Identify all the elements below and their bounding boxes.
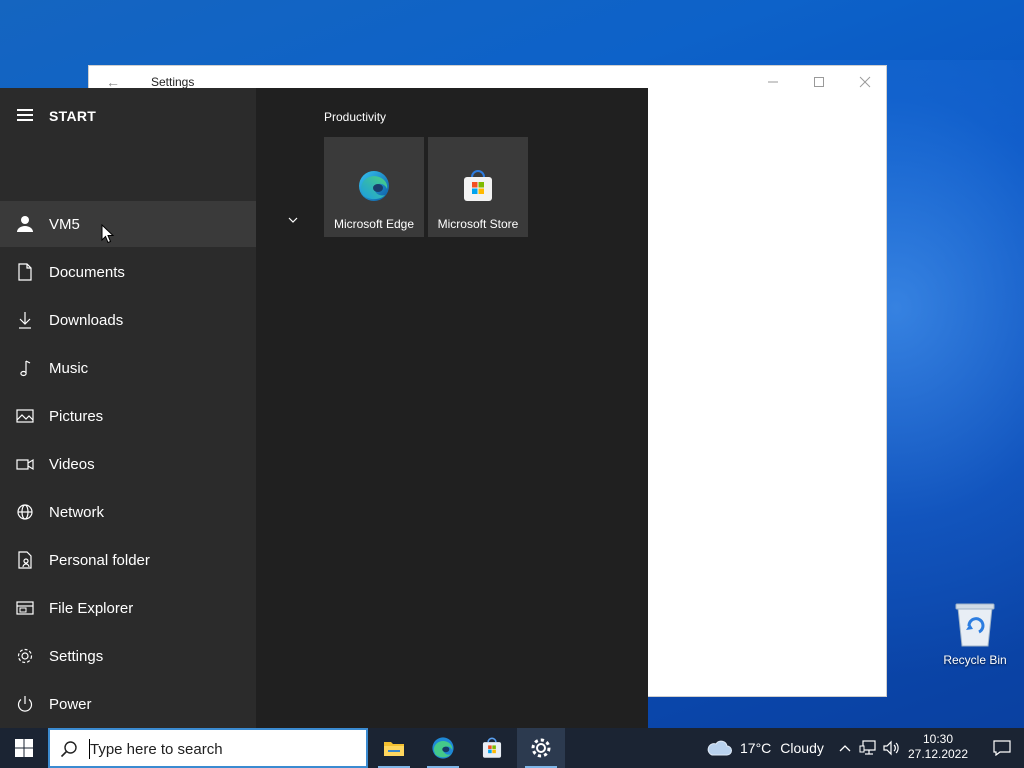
pictures-icon bbox=[15, 406, 35, 426]
taskbar-store[interactable] bbox=[468, 728, 516, 768]
clock-date: 27.12.2022 bbox=[907, 747, 969, 761]
nav-item-label: Music bbox=[49, 360, 89, 377]
taskbar-search-box[interactable]: Type here to search bbox=[48, 728, 368, 768]
nav-item-personal-folder[interactable]: Personal folder bbox=[0, 537, 256, 583]
hamburger-menu-icon[interactable] bbox=[17, 109, 33, 121]
taskbar-file-explorer[interactable] bbox=[370, 728, 418, 768]
tile-label: Microsoft Edge bbox=[333, 217, 415, 231]
nav-item-power[interactable]: Power bbox=[0, 681, 256, 727]
nav-item-label: Pictures bbox=[49, 408, 104, 425]
nav-item-settings[interactable]: Settings bbox=[0, 633, 256, 679]
taskbar: Type here to search 17°C Cloudy 10:30 27… bbox=[0, 728, 1024, 768]
nav-item-downloads[interactable]: Downloads bbox=[0, 297, 256, 343]
minimize-button[interactable] bbox=[759, 71, 787, 93]
recycle-bin[interactable]: Recycle Bin bbox=[940, 600, 1010, 670]
tile-microsoft-store[interactable]: Microsoft Store bbox=[428, 137, 528, 237]
nav-item-pictures[interactable]: Pictures bbox=[0, 393, 256, 439]
search-placeholder: Type here to search bbox=[90, 741, 223, 758]
start-menu: START VM5 Documents Downloads Music Pict… bbox=[0, 88, 648, 728]
nav-item-file-explorer[interactable]: File Explorer bbox=[0, 585, 256, 631]
edge-icon bbox=[432, 737, 454, 759]
start-header-label: START bbox=[49, 108, 97, 124]
user-icon bbox=[15, 214, 35, 234]
document-icon bbox=[15, 262, 35, 282]
nav-item-music[interactable]: Music bbox=[0, 345, 256, 391]
settings-window-title: Settings bbox=[151, 75, 195, 89]
close-icon bbox=[859, 76, 871, 88]
gear-icon bbox=[15, 646, 35, 666]
nav-item-label: Documents bbox=[49, 264, 125, 281]
music-icon bbox=[15, 358, 35, 378]
maximize-button[interactable] bbox=[805, 71, 833, 93]
store-icon bbox=[461, 169, 495, 203]
start-button[interactable] bbox=[0, 728, 48, 768]
action-center-button[interactable] bbox=[980, 728, 1024, 768]
tile-label: Microsoft Store bbox=[437, 217, 519, 231]
minimize-icon bbox=[768, 81, 778, 83]
taskbar-clock[interactable]: 10:30 27.12.2022 bbox=[906, 732, 970, 762]
search-icon bbox=[60, 740, 78, 758]
tile-microsoft-edge[interactable]: Microsoft Edge bbox=[324, 137, 424, 237]
nav-item-label: Power bbox=[49, 696, 92, 713]
recycle-bin-label: Recycle Bin bbox=[943, 653, 1007, 667]
power-icon bbox=[15, 694, 35, 714]
weather-condition: Cloudy bbox=[780, 740, 824, 756]
nav-item-label: Settings bbox=[49, 648, 104, 665]
file-explorer-icon bbox=[15, 598, 35, 618]
nav-item-label: Personal folder bbox=[49, 552, 150, 569]
taskbar-edge[interactable] bbox=[419, 728, 467, 768]
clock-time: 10:30 bbox=[922, 732, 954, 746]
download-icon bbox=[15, 310, 35, 330]
weather-widget[interactable]: 17°C Cloudy bbox=[706, 728, 824, 768]
nav-item-documents[interactable]: Documents bbox=[0, 249, 256, 295]
chevron-down-icon[interactable] bbox=[286, 213, 300, 227]
nav-item-label: Downloads bbox=[49, 312, 124, 329]
notification-icon bbox=[993, 740, 1011, 756]
cloud-icon bbox=[707, 740, 732, 756]
nav-item-videos[interactable]: Videos bbox=[0, 441, 256, 487]
start-tiles-area: Productivity Microsoft Edge Microsoft St… bbox=[256, 88, 648, 728]
nav-item-label: Videos bbox=[49, 456, 95, 473]
file-explorer-icon bbox=[384, 742, 404, 756]
volume-icon[interactable] bbox=[882, 738, 900, 758]
start-nav-pane: START VM5 Documents Downloads Music Pict… bbox=[0, 88, 256, 728]
network-tray-icon[interactable] bbox=[859, 738, 877, 758]
nav-item-network[interactable]: Network bbox=[0, 489, 256, 535]
weather-temperature: 17°C bbox=[740, 740, 772, 756]
maximize-icon bbox=[814, 77, 824, 87]
start-header[interactable]: START bbox=[0, 102, 256, 130]
nav-item-label: VM5 bbox=[49, 216, 80, 233]
close-button[interactable] bbox=[851, 71, 879, 93]
nav-item-label: File Explorer bbox=[49, 600, 134, 617]
windows-logo-icon bbox=[15, 739, 33, 757]
nav-item-label: Network bbox=[49, 504, 105, 521]
tile-group-title[interactable]: Productivity bbox=[324, 110, 386, 124]
network-icon bbox=[15, 502, 35, 522]
store-icon bbox=[482, 737, 502, 758]
videos-icon bbox=[15, 454, 35, 474]
taskbar-settings[interactable] bbox=[517, 728, 565, 768]
recycle-bin-icon bbox=[955, 603, 995, 647]
nav-item-user[interactable]: VM5 bbox=[0, 201, 256, 247]
mouse-cursor-icon bbox=[101, 223, 115, 244]
personal-folder-icon bbox=[15, 550, 35, 570]
show-hidden-icons-chevron-up-icon[interactable] bbox=[836, 738, 854, 758]
edge-icon bbox=[357, 169, 391, 203]
gear-icon bbox=[531, 738, 551, 758]
